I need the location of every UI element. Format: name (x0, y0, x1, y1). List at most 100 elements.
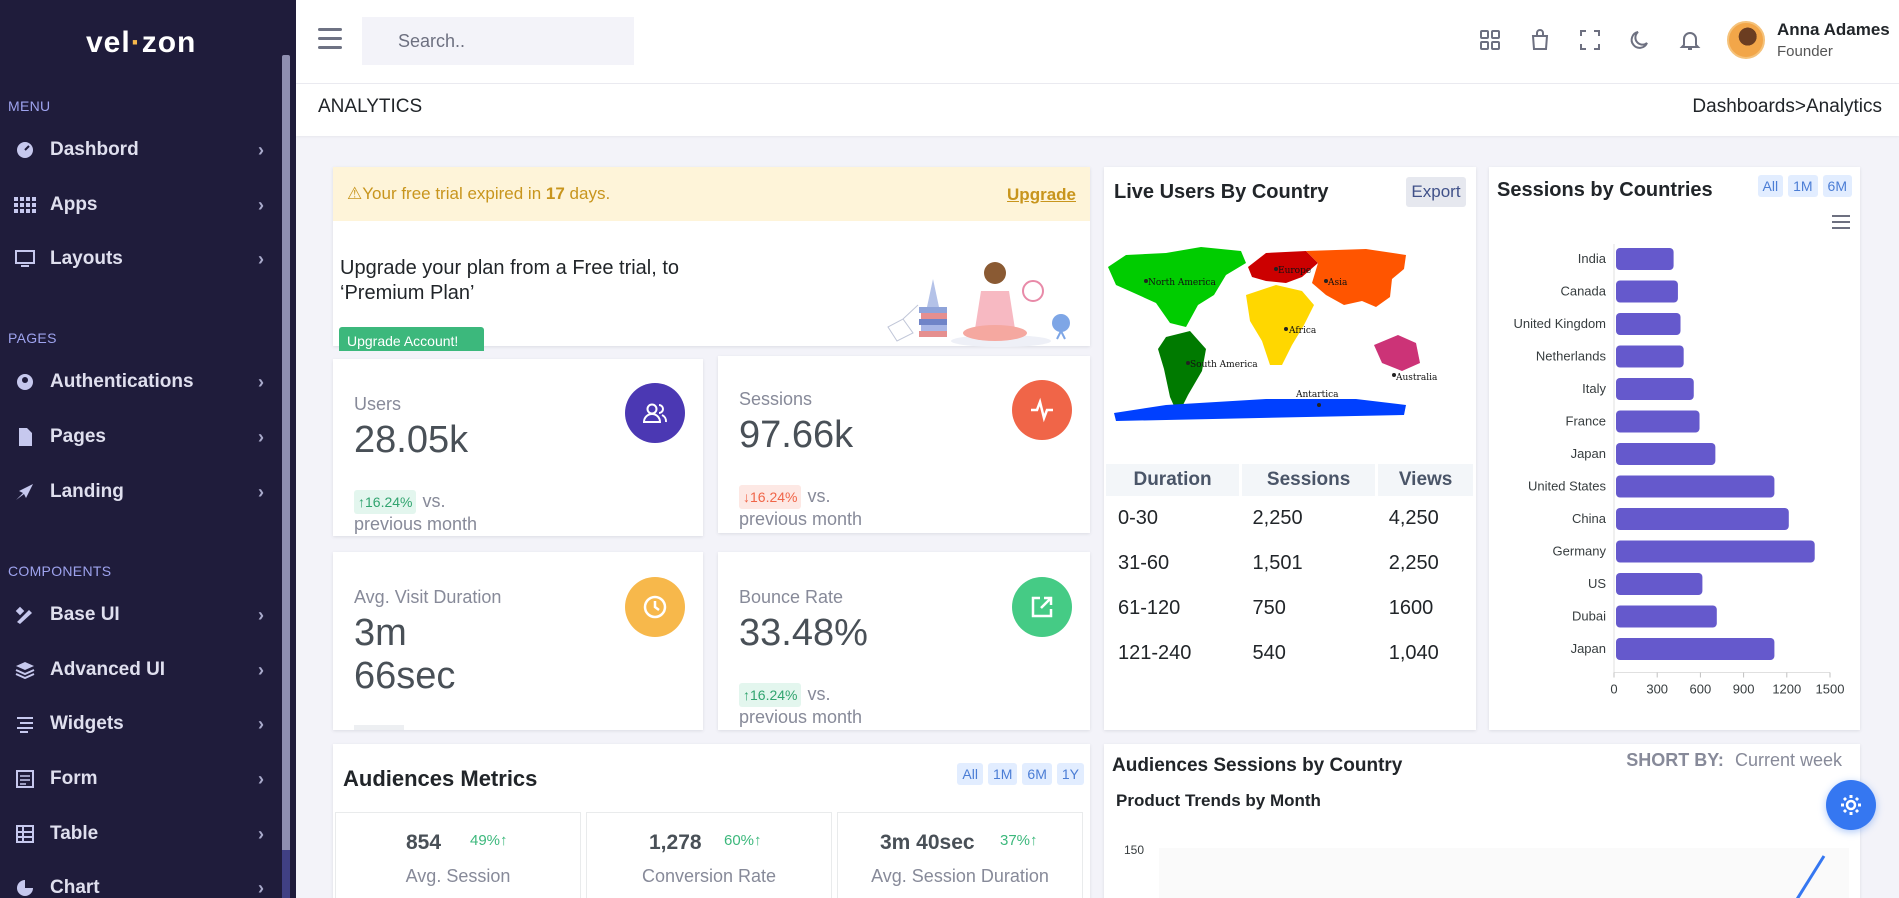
chevron-right-icon: › (258, 426, 264, 447)
pie-chart-icon (12, 879, 38, 897)
chevron-right-icon: › (258, 481, 264, 502)
metric-avg-session-duration: 3m 40sec 37%↑ Avg. Session Duration (837, 812, 1083, 898)
map-label-asia: Asia (1327, 278, 1348, 288)
sidebar-item-table[interactable]: Table › (0, 814, 280, 854)
bar[interactable] (1616, 638, 1775, 660)
chevron-right-icon: › (258, 713, 264, 734)
bar[interactable] (1616, 345, 1684, 368)
avatar (1727, 21, 1765, 59)
sidebar-item-label: Advanced UI (50, 659, 166, 680)
settings-gear-icon (1841, 795, 1861, 815)
form-icon (12, 770, 38, 788)
stat-card-bounce-rate: Bounce Rate 33.48% ↑16.24% vs. previous mo… (718, 552, 1090, 730)
filter-1y[interactable]: 1Y (1056, 763, 1084, 785)
card-title: Audiences Sessions by Country (1112, 755, 1403, 776)
x-tick-label: 600 (1690, 682, 1712, 697)
sidebar-item-label: Base UI (50, 604, 120, 625)
sidebar-item-dashboard[interactable]: Dashbord › (0, 130, 280, 170)
sidebar-item-form[interactable]: Form › (0, 759, 280, 799)
alert-prefix: Your free trial expired in (362, 184, 546, 203)
widgets-icon (12, 715, 38, 733)
filter-all[interactable]: All (957, 763, 983, 785)
bar[interactable] (1616, 313, 1681, 335)
chart-menu-icon[interactable] (1832, 215, 1850, 229)
bar[interactable] (1616, 573, 1703, 595)
chevron-right-icon: › (258, 248, 264, 269)
sidebar-item-advanced-ui[interactable]: Advanced UI › (0, 650, 280, 690)
sessions-by-countries-card: Sessions by Countries All 1M 6M India Can… (1489, 167, 1860, 730)
category-label: Netherlands (1536, 349, 1607, 364)
sidebar-item-apps[interactable]: Apps › (0, 185, 280, 225)
fullscreen-icon[interactable] (1576, 26, 1604, 54)
filter-1m[interactable]: 1M (1788, 175, 1818, 197)
sidebar-item-label: Form (50, 768, 98, 789)
search-input[interactable] (362, 17, 634, 65)
arrow-up-icon: ↑ (500, 832, 508, 849)
sidebar-scrollbar-thumb[interactable] (282, 850, 290, 898)
chevron-right-icon: › (258, 659, 264, 680)
breadcrumb[interactable]: Dashboards>Analytics (1692, 96, 1882, 118)
export-button[interactable]: Export (1406, 177, 1466, 207)
components-section-title: COMPONENTS (8, 563, 112, 579)
settings-fab-button[interactable] (1826, 780, 1876, 830)
sidebar-item-landing[interactable]: Landing › (0, 472, 280, 512)
bar[interactable] (1616, 605, 1717, 628)
sidebar-item-layouts[interactable]: Layouts › (0, 239, 280, 279)
metric-value: 854 (406, 831, 442, 854)
chevron-right-icon: › (258, 194, 264, 215)
sidebar-item-base-ui[interactable]: Base UI › (0, 595, 280, 635)
shopping-bag-icon[interactable] (1526, 26, 1554, 54)
stat-value-line2: 66sec (354, 655, 456, 697)
upgrade-account-button[interactable]: Upgrade Account! (339, 327, 484, 351)
map-label-south-america: South America (1190, 360, 1258, 370)
apps-grid-icon (12, 197, 38, 213)
bar[interactable] (1616, 475, 1775, 498)
logo[interactable]: vel·zon (86, 26, 196, 60)
sidebar-item-chart[interactable]: Chart › (0, 868, 280, 898)
stack-icon (12, 661, 38, 679)
bar[interactable] (1616, 280, 1678, 303)
x-tick-label: 1200 (1772, 682, 1801, 697)
table-cell: 4,250 (1388, 507, 1439, 529)
bar[interactable] (1616, 443, 1716, 465)
external-link-icon (1012, 577, 1072, 637)
bar[interactable] (1616, 508, 1789, 530)
bar[interactable] (1616, 248, 1674, 270)
card-title: Audiences Metrics (343, 766, 538, 791)
sidebar-item-label: Pages (50, 426, 106, 447)
sidebar-item-label: Layouts (50, 248, 123, 269)
map-label-antartica: Antartica (1295, 390, 1339, 400)
arrow-up-icon: ↑ (754, 832, 762, 849)
sidebar-scrollbar[interactable] (282, 55, 290, 898)
sidebar-item-authentications[interactable]: Authentications › (0, 362, 280, 402)
filter-6m[interactable]: 6M (1822, 175, 1852, 197)
table-cell: 540 (1252, 642, 1286, 664)
user-profile[interactable]: Anna Adames Founder (1727, 20, 1890, 60)
pencil-ruler-icon (12, 606, 38, 624)
bar[interactable] (1616, 378, 1694, 400)
dark-mode-moon-icon[interactable] (1626, 26, 1654, 54)
metric-avg-session: 854 49%↑ Avg. Session (335, 812, 581, 898)
bar[interactable] (1616, 410, 1700, 433)
filter-all[interactable]: All (1757, 175, 1784, 197)
layouts-icon (12, 250, 38, 268)
filter-1m[interactable]: 1M (987, 763, 1018, 785)
sort-dropdown[interactable]: SHORT BY: Current week (1626, 750, 1842, 771)
filter-6m[interactable]: 6M (1022, 763, 1052, 785)
apps-grid-icon[interactable] (1476, 26, 1504, 54)
sidebar-item-label: Apps (50, 194, 98, 215)
rocket-icon (12, 483, 38, 501)
sidebar-item-pages[interactable]: Pages › (0, 417, 280, 457)
trial-alert-text: ⚠Your free trial expired in 17 days. (347, 184, 610, 204)
notification-bell-icon[interactable] (1676, 26, 1704, 54)
hamburger-menu-icon[interactable] (318, 28, 342, 50)
upgrade-link[interactable]: Upgrade (1007, 185, 1076, 205)
metric-label: Avg. Session Duration (871, 866, 1049, 886)
trend-line (1795, 855, 1826, 898)
bar[interactable] (1616, 540, 1815, 563)
world-map[interactable]: North America South America Europe Asia … (1106, 245, 1476, 421)
logo-dot: · (130, 26, 142, 59)
trend-up-badge: ↑16.24% (354, 490, 417, 514)
sidebar-item-label: Widgets (50, 713, 124, 734)
sidebar-item-widgets[interactable]: Widgets › (0, 704, 280, 744)
